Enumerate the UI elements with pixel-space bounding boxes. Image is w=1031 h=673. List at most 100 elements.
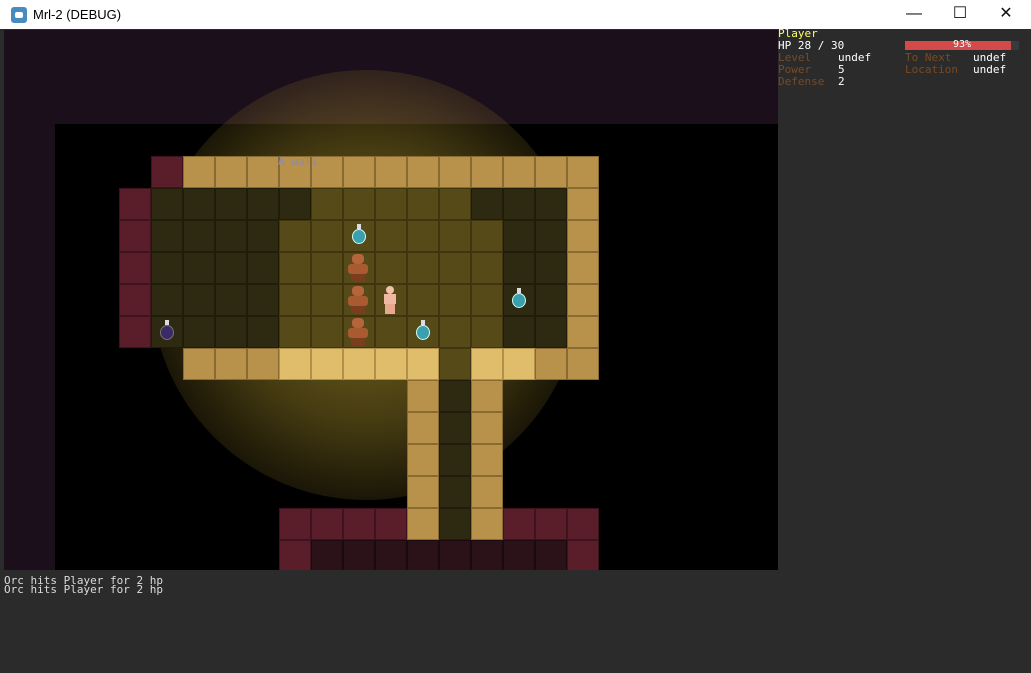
title-bar: Mrl-2 (DEBUG) — ☐ ✕ bbox=[0, 0, 1031, 29]
hp-bar: 93% bbox=[905, 39, 1019, 50]
floor-tile bbox=[503, 252, 535, 284]
floor-tile bbox=[279, 188, 311, 220]
game-viewport[interactable]: A wall bbox=[4, 30, 778, 570]
wall-tile bbox=[503, 508, 535, 540]
wall-tile bbox=[567, 540, 599, 570]
floor-tile bbox=[407, 220, 439, 252]
wall-tile bbox=[535, 508, 567, 540]
floor-tile bbox=[503, 540, 535, 570]
message-log: Orc hits Player for 2 hp Orc hits Player… bbox=[4, 575, 774, 596]
wall-tile bbox=[119, 284, 151, 316]
floor-tile bbox=[439, 252, 471, 284]
wall-tile bbox=[567, 284, 599, 316]
floor-tile bbox=[503, 220, 535, 252]
potion-icon[interactable] bbox=[352, 224, 366, 244]
floor-tile bbox=[471, 252, 503, 284]
wall-tile bbox=[247, 156, 279, 188]
wall-tile bbox=[119, 316, 151, 348]
close-button[interactable]: ✕ bbox=[983, 0, 1029, 29]
potion-icon[interactable] bbox=[512, 288, 526, 308]
floor-tile bbox=[471, 220, 503, 252]
wall-tile bbox=[215, 156, 247, 188]
wall-tile bbox=[343, 508, 375, 540]
floor-tile bbox=[311, 252, 343, 284]
orc-icon[interactable] bbox=[344, 286, 372, 314]
floor-tile bbox=[215, 284, 247, 316]
wall-tile bbox=[407, 444, 439, 476]
location-value: undef bbox=[973, 63, 1007, 76]
floor-tile bbox=[471, 284, 503, 316]
hp-percent: 93% bbox=[952, 39, 972, 50]
minimize-button[interactable]: — bbox=[891, 0, 937, 29]
potion-icon[interactable] bbox=[416, 320, 430, 340]
wall-tile bbox=[439, 156, 471, 188]
floor-tile bbox=[247, 252, 279, 284]
floor-tile bbox=[279, 316, 311, 348]
floor-tile bbox=[311, 220, 343, 252]
wall-tile bbox=[279, 508, 311, 540]
floor-tile bbox=[183, 284, 215, 316]
wall-tile bbox=[567, 316, 599, 348]
wall-tile bbox=[279, 540, 311, 570]
wall-tile bbox=[311, 348, 343, 380]
wall-tile bbox=[407, 348, 439, 380]
wall-tile bbox=[375, 348, 407, 380]
dark-potion-icon[interactable] bbox=[160, 320, 174, 340]
floor-tile bbox=[439, 220, 471, 252]
wall-tile bbox=[471, 444, 503, 476]
window-title: Mrl-2 (DEBUG) bbox=[33, 7, 122, 22]
floor-tile bbox=[151, 284, 183, 316]
wall-tile bbox=[119, 188, 151, 220]
floor-tile bbox=[407, 188, 439, 220]
location-label: Location bbox=[905, 63, 958, 76]
floor-tile bbox=[439, 348, 471, 380]
floor-tile bbox=[535, 188, 567, 220]
floor-tile bbox=[215, 252, 247, 284]
floor-tile bbox=[503, 188, 535, 220]
floor-tile bbox=[535, 540, 567, 570]
floor-tile bbox=[375, 220, 407, 252]
wall-tile bbox=[567, 508, 599, 540]
log-message: Orc hits Player for 2 hp bbox=[4, 583, 163, 596]
wall-tile bbox=[567, 156, 599, 188]
floor-tile bbox=[439, 316, 471, 348]
wall-tile bbox=[471, 156, 503, 188]
floor-tile bbox=[279, 252, 311, 284]
wall-tile bbox=[407, 476, 439, 508]
floor-tile bbox=[439, 188, 471, 220]
floor-tile bbox=[247, 284, 279, 316]
maximize-button[interactable]: ☐ bbox=[937, 0, 983, 29]
floor-tile bbox=[183, 188, 215, 220]
floor-tile bbox=[247, 316, 279, 348]
wall-tile bbox=[567, 188, 599, 220]
floor-tile bbox=[407, 284, 439, 316]
floor-tile bbox=[279, 220, 311, 252]
wall-tile bbox=[343, 348, 375, 380]
wall-tile bbox=[471, 476, 503, 508]
fog-of-war-left bbox=[4, 124, 55, 570]
wall-tile bbox=[407, 508, 439, 540]
floor-tile bbox=[311, 188, 343, 220]
floor-tile bbox=[247, 220, 279, 252]
wall-tile bbox=[535, 348, 567, 380]
wall-tile bbox=[407, 412, 439, 444]
floor-tile bbox=[183, 220, 215, 252]
stats-panel: Player HP 28 / 30 93% Level undef To Nex… bbox=[778, 28, 1031, 673]
floor-tile bbox=[535, 220, 567, 252]
floor-tile bbox=[375, 252, 407, 284]
floor-tile bbox=[311, 284, 343, 316]
floor-tile bbox=[407, 540, 439, 570]
wall-tile bbox=[567, 348, 599, 380]
wall-tile bbox=[535, 156, 567, 188]
floor-tile bbox=[439, 508, 471, 540]
floor-tile bbox=[439, 284, 471, 316]
orc-icon[interactable] bbox=[344, 318, 372, 346]
wall-tile bbox=[503, 156, 535, 188]
floor-tile bbox=[535, 284, 567, 316]
orc-icon[interactable] bbox=[344, 254, 372, 282]
floor-tile bbox=[215, 220, 247, 252]
wall-tile bbox=[567, 220, 599, 252]
floor-tile bbox=[471, 188, 503, 220]
floor-tile bbox=[183, 252, 215, 284]
wall-tile bbox=[471, 508, 503, 540]
